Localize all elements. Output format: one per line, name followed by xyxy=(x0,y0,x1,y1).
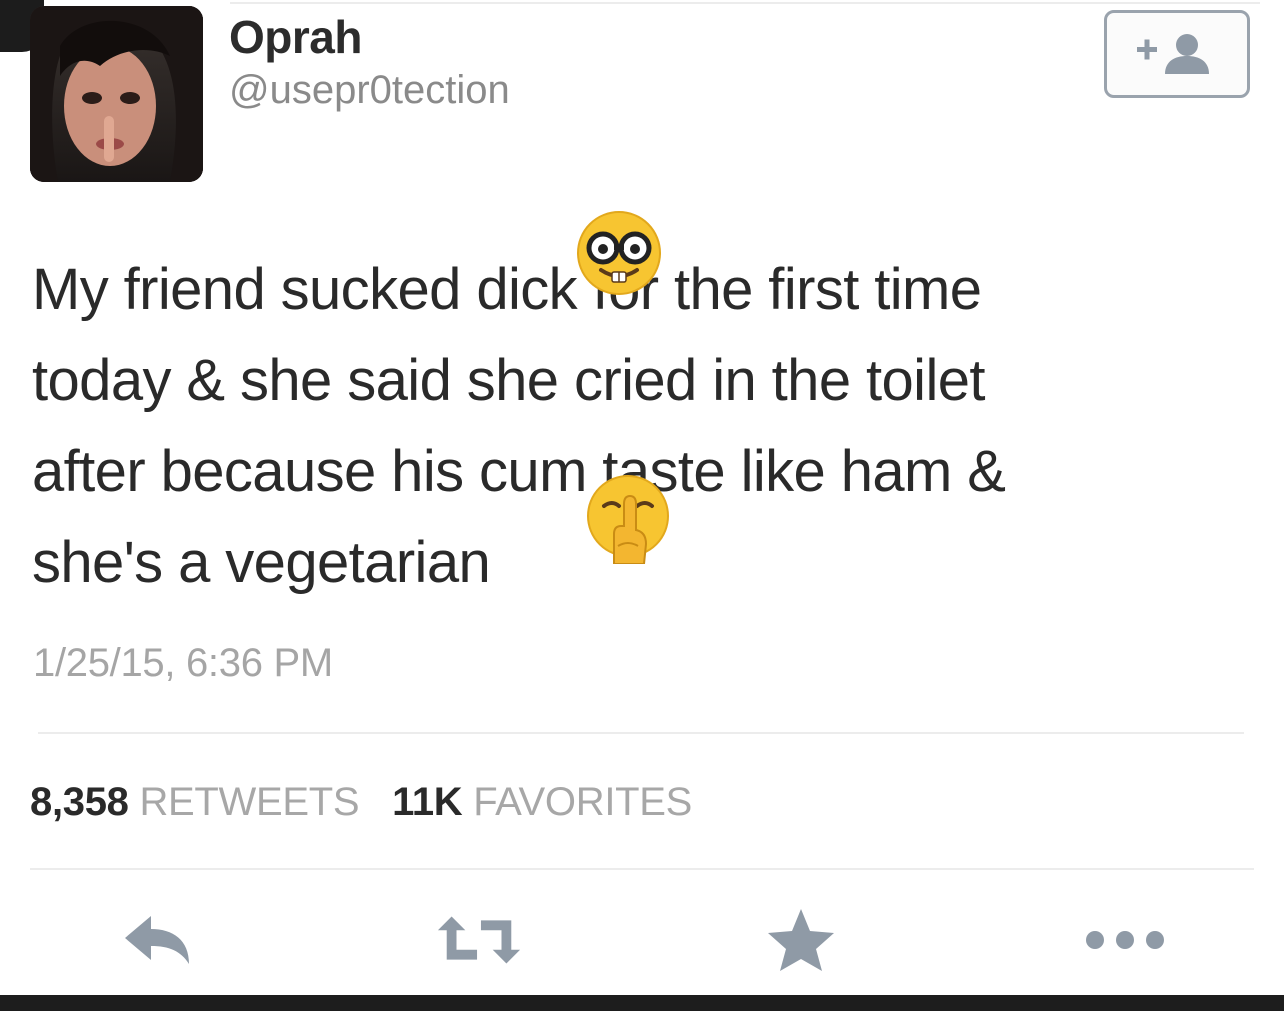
more-icon xyxy=(1086,931,1164,949)
follow-button[interactable] xyxy=(1104,10,1250,98)
reply-icon xyxy=(125,916,189,964)
reply-button[interactable] xyxy=(112,905,202,975)
tweet-line: she's a vegetarian xyxy=(32,530,491,595)
bottom-border xyxy=(0,995,1284,1011)
add-user-icon xyxy=(1137,34,1209,74)
favorites-count[interactable]: 11K xyxy=(392,780,463,824)
favorite-button[interactable] xyxy=(756,905,846,975)
engagement-stats: 8,358 RETWEETS 11K FAVORITES xyxy=(30,780,714,825)
retweet-button[interactable] xyxy=(434,905,524,975)
display-name[interactable]: Oprah xyxy=(229,10,362,64)
tweet-line: My friend sucked dick for the first time xyxy=(32,257,982,322)
divider xyxy=(38,732,1244,734)
shushing-face-emoji xyxy=(587,475,669,564)
favorites-label[interactable]: FAVORITES xyxy=(473,780,692,824)
divider xyxy=(30,868,1254,870)
top-divider xyxy=(230,2,1260,4)
nerd-face-emoji xyxy=(577,211,661,295)
retweets-label[interactable]: RETWEETS xyxy=(139,780,359,824)
tweet-line: after because his cum taste like ham & xyxy=(32,439,1006,504)
tweet-timestamp[interactable]: 1/25/15, 6:36 PM xyxy=(33,641,333,686)
avatar[interactable] xyxy=(30,6,203,182)
favorite-icon xyxy=(768,909,834,971)
tweet-line: today & she said she cried in the toilet xyxy=(32,348,986,413)
retweets-count[interactable]: 8,358 xyxy=(30,780,129,824)
retweet-icon xyxy=(437,916,521,964)
more-button[interactable] xyxy=(1080,905,1170,975)
user-handle[interactable]: @usepr0tection xyxy=(229,68,510,113)
